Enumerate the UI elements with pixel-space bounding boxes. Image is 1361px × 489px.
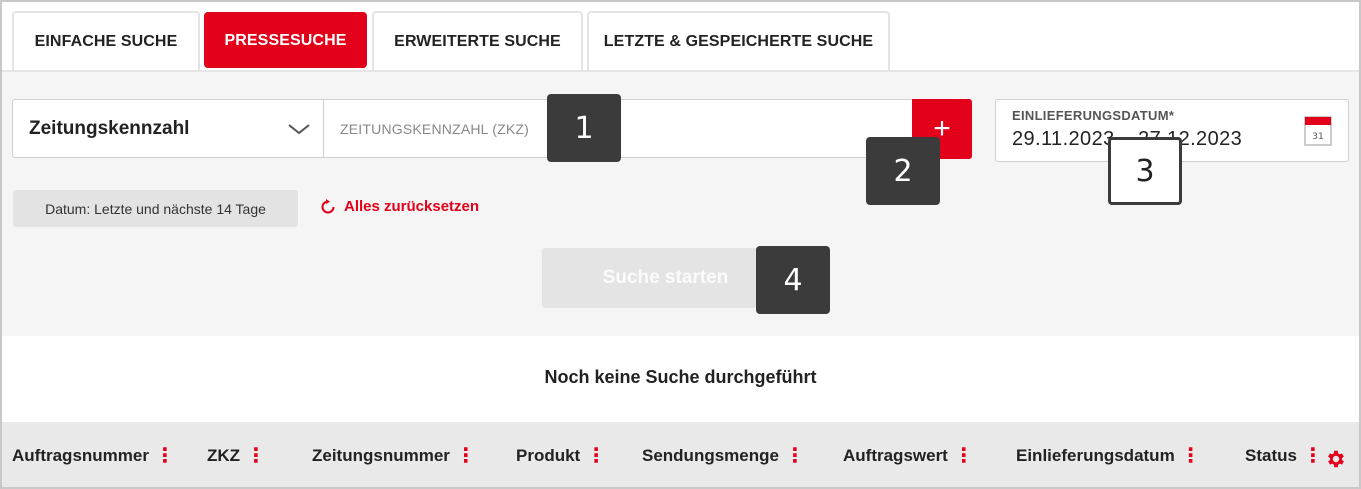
column-header-zeitungsnummer[interactable]: Zeitungsnummer ⋮ [312, 446, 476, 466]
date-filter-chip[interactable]: Datum: Letzte und nächste 14 Tage [13, 190, 298, 227]
refresh-icon [321, 198, 335, 213]
column-menu-icon[interactable]: ⋮ [155, 446, 175, 466]
reset-all-label: Alles zurücksetzen [344, 198, 480, 215]
field-type-value: Zeitungskennzahl [29, 117, 190, 139]
callout-badge-3: 3 [1108, 137, 1182, 205]
column-menu-icon[interactable]: ⋮ [785, 446, 805, 466]
results-table-header: Auftragsnummer ⋮ ZKZ ⋮ Zeitungsnummer ⋮ Pro… [2, 422, 1359, 487]
column-menu-icon[interactable]: ⋮ [246, 446, 266, 466]
column-header-status[interactable]: Status ⋮ [1245, 446, 1323, 466]
column-header-einlieferungsdatum[interactable]: Einlieferungsdatum ⋮ [1016, 446, 1201, 466]
zkz-placeholder: ZEITUNGSKENNZAHL (ZKZ) [340, 120, 529, 137]
search-page: EINFACHE SUCHE PRESSESUCHE ERWEITERTE SU… [0, 0, 1361, 489]
delivery-date-label: EINLIEFERUNGSDATUM* [1012, 108, 1175, 123]
tab-pressesuche[interactable]: PRESSESUCHE [204, 12, 367, 68]
callout-badge-2: 2 [866, 137, 940, 205]
field-type-select[interactable]: Zeitungskennzahl [12, 99, 324, 158]
empty-results-message: Noch keine Suche durchgeführt [544, 367, 817, 387]
column-header-auftragsnummer[interactable]: Auftragsnummer ⋮ [12, 446, 175, 466]
callout-badge-4: 4 [756, 246, 830, 314]
callout-badge-1: 1 [547, 94, 621, 162]
column-menu-icon[interactable]: ⋮ [586, 446, 606, 466]
gear-icon[interactable] [1325, 448, 1347, 470]
column-header-produkt[interactable]: Produkt ⋮ [516, 446, 606, 466]
calendar-icon[interactable]: 31 [1304, 116, 1332, 146]
column-menu-icon[interactable]: ⋮ [1181, 446, 1201, 466]
reset-all-button[interactable]: Alles zurücksetzen [320, 198, 479, 215]
column-menu-icon[interactable]: ⋮ [954, 446, 974, 466]
tab-letzte-gespeicherte-suche[interactable]: LETZTE & GESPEICHERTE SUCHE [587, 11, 890, 70]
column-menu-icon[interactable]: ⋮ [1303, 446, 1323, 466]
column-header-auftragswert[interactable]: Auftragswert ⋮ [843, 446, 974, 466]
column-header-zkz[interactable]: ZKZ ⋮ [207, 446, 266, 466]
tab-erweiterte-suche[interactable]: ERWEITERTE SUCHE [372, 11, 583, 70]
tab-bar: EINFACHE SUCHE PRESSESUCHE ERWEITERTE SU… [2, 2, 1359, 72]
tab-einfache-suche[interactable]: EINFACHE SUCHE [12, 11, 200, 70]
start-search-button[interactable]: Suche starten [542, 248, 789, 308]
calendar-day: 31 [1312, 132, 1323, 142]
column-header-sendungsmenge[interactable]: Sendungsmenge ⋮ [642, 446, 805, 466]
chevron-down-icon [288, 124, 310, 135]
column-menu-icon[interactable]: ⋮ [456, 446, 476, 466]
